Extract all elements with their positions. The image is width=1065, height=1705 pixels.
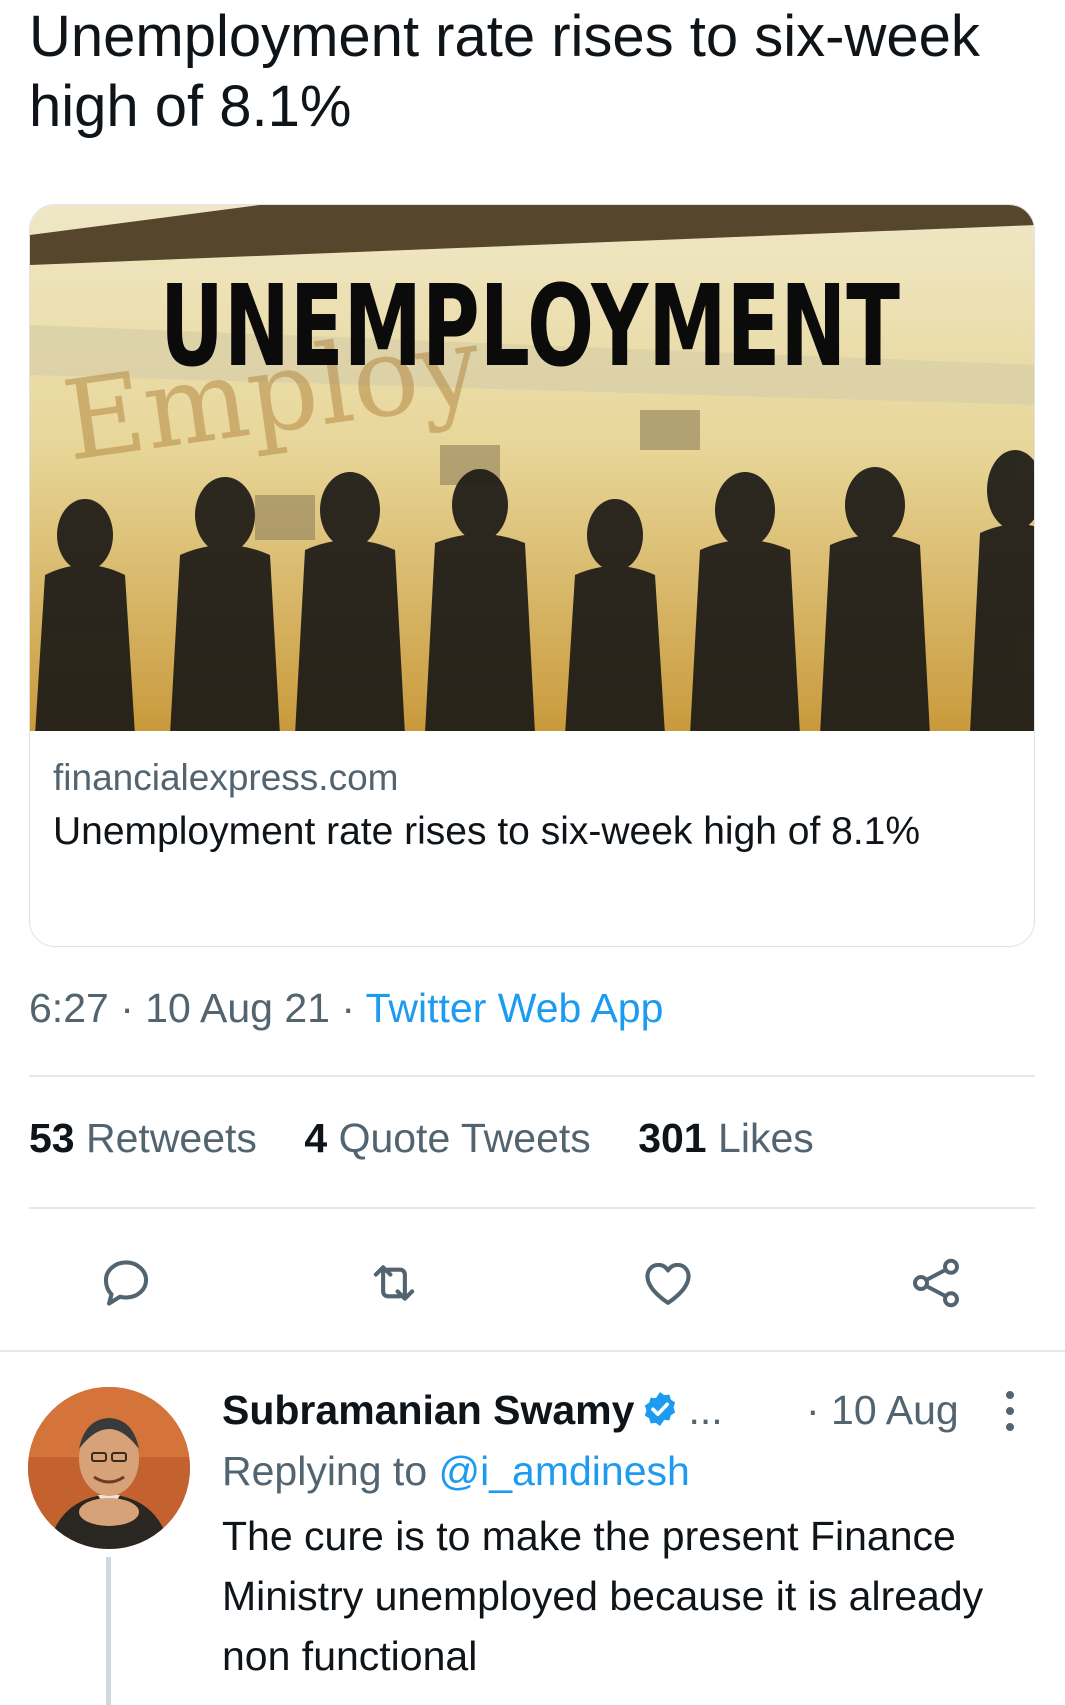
reply-icon (103, 1260, 149, 1306)
like-button[interactable] (633, 1248, 703, 1318)
tweet-time[interactable]: 6:27 (29, 985, 109, 1031)
reply-date[interactable]: · 10 Aug (806, 1380, 959, 1440)
tweet-timestamp: 6:27 · 10 Aug 21 · Twitter Web App (29, 985, 663, 1032)
tweet-actions (29, 1248, 1035, 1318)
likes-stat[interactable]: 301 Likes (638, 1115, 814, 1162)
avatar-image (28, 1387, 190, 1549)
retweet-icon (373, 1265, 415, 1301)
card-meta: financialexpress.com Unemployment rate r… (53, 753, 1003, 861)
handle-truncated: ... (688, 1387, 723, 1433)
thread-line (106, 1557, 111, 1705)
card-image-headline: UNEMPLOYMENT (160, 262, 900, 392)
separator: · (108, 985, 146, 1031)
divider (29, 1207, 1035, 1209)
divider (0, 1350, 1065, 1352)
replying-to: Replying to @i_amdinesh (222, 1448, 690, 1494)
card-title: Unemployment rate rises to six-week high… (53, 810, 921, 853)
reply-author-name[interactable]: Subramanian Swamy (222, 1387, 634, 1433)
tweet-date[interactable]: 10 Aug 21 (145, 985, 330, 1031)
more-options-icon[interactable] (997, 1386, 1023, 1436)
tweet-source[interactable]: Twitter Web App (366, 985, 664, 1031)
tweet-text: Unemployment rate rises to six-week high… (29, 4, 980, 139)
retweet-button[interactable] (359, 1248, 429, 1318)
unemployment-illustration: Employ UNEMPLOYMENT (30, 205, 1034, 731)
card-domain: financialexpress.com (53, 757, 399, 798)
reply-text: The cure is to make the present Finance … (222, 1513, 984, 1679)
reply-header: Subramanian Swamy... · 10 Aug (222, 1380, 1042, 1440)
replying-to-handle[interactable]: @i_amdinesh (439, 1448, 690, 1494)
separator: · (329, 985, 366, 1031)
tweet-stats: 53 Retweets 4 Quote Tweets 301 Likes (29, 1115, 850, 1162)
quote-tweets-stat[interactable]: 4 Quote Tweets (304, 1115, 590, 1162)
share-icon (912, 1258, 960, 1308)
verified-badge-icon (640, 1385, 680, 1445)
heart-icon (645, 1262, 691, 1305)
avatar[interactable] (28, 1387, 190, 1549)
reply-body: Subramanian Swamy... · 10 Aug Replying t… (222, 1380, 1042, 1686)
link-card[interactable]: Employ UNEMPLOYMENT financialexpress.com… (29, 204, 1035, 947)
divider (29, 1075, 1035, 1077)
retweets-stat[interactable]: 53 Retweets (29, 1115, 257, 1162)
card-image[interactable]: Employ UNEMPLOYMENT (30, 205, 1034, 731)
reply-tweet[interactable]: Subramanian Swamy... · 10 Aug Replying t… (0, 1355, 1065, 1705)
reply-button[interactable] (91, 1248, 161, 1318)
share-button[interactable] (901, 1248, 971, 1318)
